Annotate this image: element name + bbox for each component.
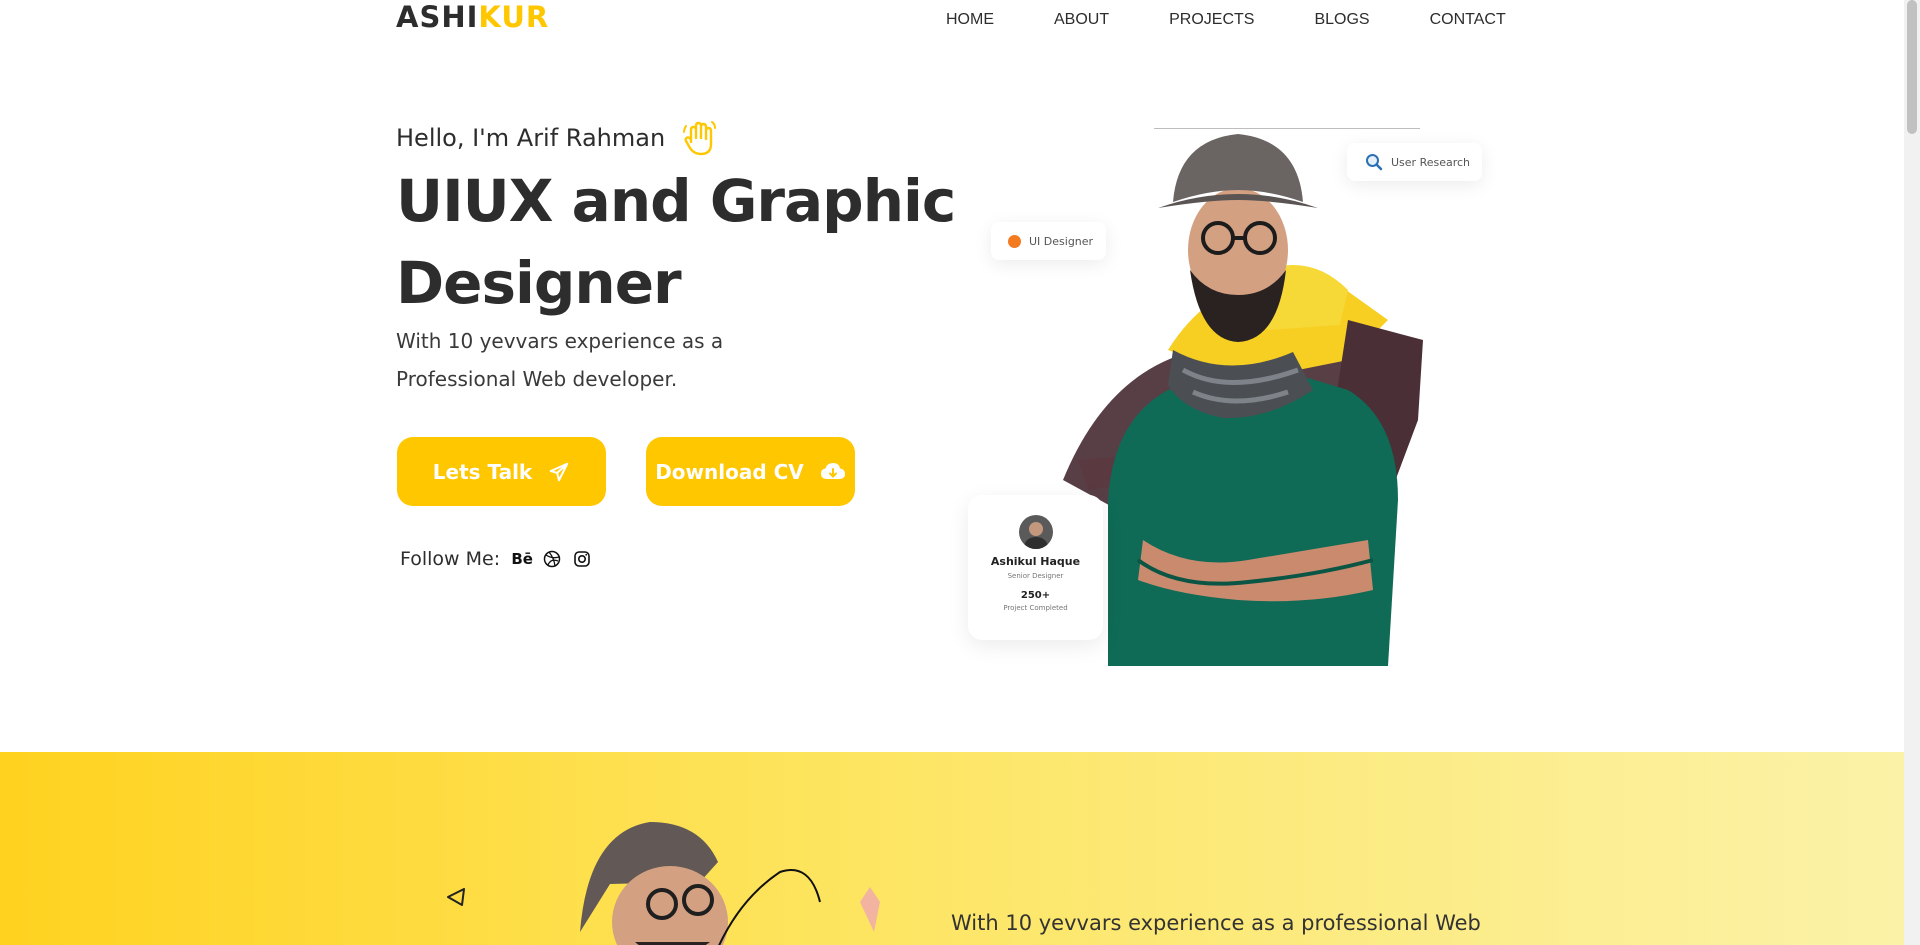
download-cv-button[interactable]: Download CV — [646, 437, 855, 506]
about-section: With 10 yevvars experience as a professi… — [0, 752, 1904, 945]
hero-greeting: Hello, I'm Arif Rahman — [396, 118, 719, 158]
nav-about[interactable]: ABOUT — [1054, 6, 1109, 34]
about-text: With 10 yevvars experience as a professi… — [951, 911, 1481, 935]
profile-role: Senior Designer — [1007, 572, 1064, 580]
logo-text-accent: KUR — [478, 0, 550, 34]
triangle-decoration-icon — [447, 888, 465, 906]
nav-projects[interactable]: PROJECTS — [1169, 6, 1254, 34]
ui-designer-chip: UI Designer — [991, 222, 1106, 260]
site-logo[interactable]: ASHIKUR — [396, 0, 549, 34]
about-portrait-image — [580, 822, 880, 945]
lets-talk-button[interactable]: Lets Talk — [397, 437, 606, 506]
follow-me: Follow Me: Bē — [400, 548, 602, 570]
profile-name: Ashikul Haque — [990, 555, 1081, 568]
send-icon — [549, 462, 569, 481]
subtitle-line-1: With 10 yevvars experience as a — [396, 329, 724, 353]
nav-home[interactable]: HOME — [946, 6, 994, 34]
main-nav: HOME ABOUT PROJECTS BLOGS CONTACT — [946, 6, 1506, 34]
profile-card: Ashikul Haque Senior Designer 250+ Proje… — [968, 495, 1103, 640]
instagram-icon[interactable] — [572, 549, 592, 569]
ui-designer-label: UI Designer — [1029, 234, 1094, 248]
project-count: 250+ — [1020, 590, 1051, 601]
waving-hand-icon — [683, 121, 717, 156]
scrollbar-track[interactable] — [1904, 0, 1920, 945]
download-cv-label: Download CV — [655, 459, 804, 484]
greeting-text: Hello, I'm Arif Rahman — [396, 124, 666, 152]
project-count-label: Project Completed — [1003, 604, 1068, 612]
cloud-download-icon — [820, 462, 845, 479]
user-research-label: User Research — [1391, 155, 1471, 169]
subtitle-line-2: Professional Web developer. — [396, 367, 678, 391]
headline-line-2: Designer — [396, 249, 682, 317]
hero-subtitle: With 10 yevvars experience as a Professi… — [396, 322, 816, 398]
lets-talk-label: Lets Talk — [432, 459, 533, 484]
hero-headline: UIUX and Graphic Designer — [396, 160, 956, 324]
scrollbar-thumb[interactable] — [1907, 0, 1917, 134]
follow-label: Follow Me: — [400, 548, 501, 570]
behance-icon[interactable]: Bē — [511, 549, 533, 569]
headline-line-1: UIUX and Graphic — [396, 167, 956, 235]
page: ASHIKUR HOME ABOUT PROJECTS BLOGS CONTAC… — [0, 0, 1904, 945]
avatar — [1018, 515, 1053, 549]
status-dot-icon — [1008, 234, 1021, 248]
logo-text-dark: ASHI — [396, 0, 479, 34]
nav-blogs[interactable]: BLOGS — [1314, 6, 1369, 34]
user-research-chip: User Research — [1347, 143, 1482, 181]
dribbble-icon[interactable] — [542, 549, 562, 569]
nav-contact[interactable]: CONTACT — [1430, 6, 1506, 34]
search-icon — [1366, 154, 1383, 171]
